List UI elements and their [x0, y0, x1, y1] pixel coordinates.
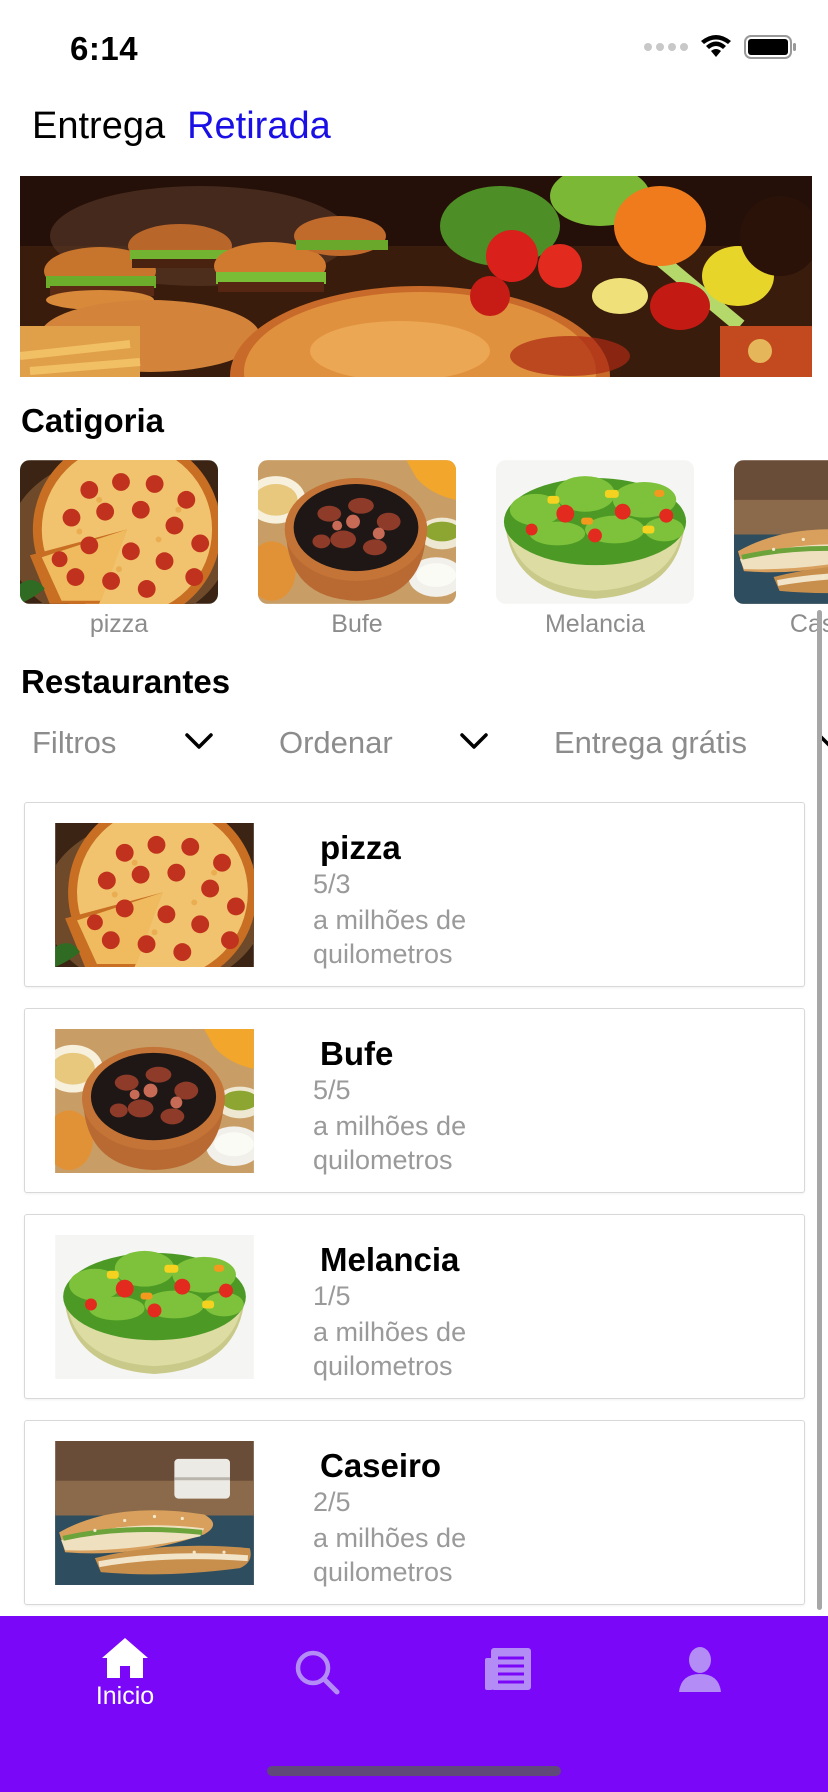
restaurant-distance: a milhões de quilometros [313, 1523, 467, 1587]
restaurant-card-pizza[interactable]: pizza 5/3 a milhões de quilometros [24, 802, 805, 987]
category-item-melancia[interactable]: Melancia [496, 460, 694, 639]
delivery-mode-tabs: Entrega Retirada [32, 105, 331, 148]
status-time: 6:14 [70, 30, 139, 67]
filter-label: Ordenar [279, 725, 393, 760]
categories-title: Catigoria [21, 402, 165, 439]
restaurant-list: pizza 5/3 a milhões de quilometros Bufe … [24, 802, 805, 1626]
status-icons [644, 34, 798, 60]
restaurant-rating: 1/5 [313, 1281, 351, 1311]
filter-filtros-dropdown[interactable]: Filtros [32, 725, 216, 761]
status-bar: 6:14 [0, 0, 828, 96]
home-icon [102, 1638, 148, 1678]
wifi-icon [701, 35, 731, 57]
chevron-down-icon [185, 733, 213, 749]
restaurant-name: Melancia [320, 1241, 460, 1278]
category-label: Melancia [544, 610, 646, 638]
restaurant-card-caseiro[interactable]: Caseiro 2/5 a milhões de quilometros [24, 1420, 805, 1605]
filter-entrega-gratis-dropdown[interactable]: Entrega grátis [554, 725, 828, 761]
hero-banner[interactable] [20, 176, 812, 377]
restaurant-thumbnail [55, 823, 254, 967]
restaurant-thumbnail [55, 1235, 254, 1379]
search-icon [295, 1650, 340, 1695]
category-thumbnail [20, 460, 218, 604]
tab-retirada[interactable]: Retirada [187, 105, 331, 148]
restaurant-card-melancia[interactable]: Melancia 1/5 a milhões de quilometros [24, 1214, 805, 1399]
home-indicator [267, 1766, 561, 1776]
category-thumbnail [496, 460, 694, 604]
tab-orders[interactable] [448, 1636, 568, 1726]
tab-entrega[interactable]: Entrega [32, 105, 165, 148]
category-thumbnail [258, 460, 456, 604]
filter-bar: Filtros Ordenar Entrega grátis [32, 725, 828, 769]
restaurant-thumbnail [55, 1029, 254, 1173]
restaurant-distance: a milhões de quilometros [313, 905, 467, 969]
chevron-down-icon [460, 733, 488, 749]
restaurant-rating: 5/5 [313, 1075, 351, 1105]
restaurant-thumbnail [55, 1441, 254, 1585]
category-track: pizza Bufe Melancia Caseiro [20, 460, 828, 639]
orders-list-icon [485, 1648, 531, 1690]
tab-inicio[interactable]: Inicio [65, 1636, 185, 1726]
filter-ordenar-dropdown[interactable]: Ordenar [279, 725, 489, 761]
restaurant-distance: a milhões de quilometros [313, 1111, 467, 1175]
category-carousel[interactable]: pizza Bufe Melancia Caseiro [20, 460, 828, 640]
category-item-caseiro[interactable]: Caseiro [734, 460, 828, 639]
profile-icon [679, 1647, 721, 1692]
category-label: Caseiro [789, 610, 828, 638]
category-item-pizza[interactable]: pizza [20, 460, 218, 639]
filter-label: Filtros [32, 725, 117, 760]
tab-profile[interactable] [640, 1636, 760, 1726]
restaurant-rating: 2/5 [313, 1487, 351, 1517]
category-label: Bufe [331, 610, 383, 638]
restaurant-card-bufe[interactable]: Bufe 5/5 a milhões de quilometros [24, 1008, 805, 1193]
restaurant-name: Caseiro [320, 1447, 442, 1484]
hero-banner-image [20, 176, 812, 377]
filter-label: Entrega grátis [554, 725, 747, 760]
tab-label: Inicio [95, 1682, 155, 1710]
battery-icon [744, 35, 796, 59]
restaurant-name: pizza [320, 829, 401, 866]
restaurant-name: Bufe [320, 1035, 394, 1072]
category-thumbnail [734, 460, 828, 604]
category-item-bufe[interactable]: Bufe [258, 460, 456, 639]
cellular-signal-icon [644, 43, 688, 51]
restaurant-rating: 5/3 [313, 869, 351, 899]
restaurants-title: Restaurantes [21, 663, 231, 700]
restaurant-distance: a milhões de quilometros [313, 1317, 467, 1381]
tab-search[interactable] [257, 1636, 377, 1726]
scroll-indicator[interactable] [817, 610, 822, 1610]
category-label: pizza [89, 610, 149, 638]
